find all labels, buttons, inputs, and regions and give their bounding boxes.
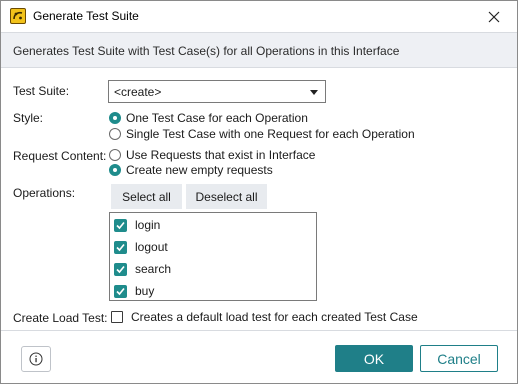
chevron-down-icon (310, 90, 318, 95)
select-all-button[interactable]: Select all (111, 184, 182, 209)
radio-selected[interactable] (109, 163, 121, 176)
close-button[interactable] (471, 1, 517, 32)
checkbox-checked[interactable] (114, 284, 127, 298)
checkbox-unchecked[interactable] (111, 311, 123, 323)
load-test-checkbox-row[interactable]: Creates a default load test for each cre… (111, 310, 418, 324)
operation-label: buy (135, 284, 155, 298)
operation-label: search (135, 262, 172, 276)
radio-selected[interactable] (109, 111, 121, 124)
description-band: Generates Test Suite with Test Case(s) f… (1, 32, 517, 68)
test-suite-label: Test Suite: (13, 84, 70, 98)
check-icon (116, 287, 125, 295)
info-button[interactable] (21, 346, 51, 372)
operation-label: logout (135, 240, 168, 254)
operations-list[interactable]: login logout search buy (109, 212, 317, 301)
ok-button[interactable]: OK (335, 345, 413, 372)
load-test-label: Create Load Test: (13, 311, 108, 325)
radio-unselected[interactable] (109, 148, 121, 161)
request-option-label: Create new empty requests (126, 162, 273, 177)
dialog-window: Generate Test Suite Generates Test Suite… (0, 0, 518, 384)
style-option-single-test-case[interactable]: Single Test Case with one Request for ea… (109, 126, 415, 141)
close-icon (488, 11, 500, 22)
check-icon (116, 243, 125, 251)
check-icon (116, 221, 125, 229)
radio-unselected[interactable] (109, 127, 121, 140)
test-suite-select[interactable]: <create> (108, 80, 326, 103)
cancel-button[interactable]: Cancel (420, 345, 498, 372)
check-icon (116, 265, 125, 273)
load-test-checkbox-label: Creates a default load test for each cre… (131, 310, 418, 324)
dialog-footer: OK Cancel (1, 330, 517, 383)
deselect-all-button[interactable]: Deselect all (186, 184, 267, 209)
style-option-label: One Test Case for each Operation (126, 110, 308, 125)
style-label: Style: (13, 111, 44, 125)
request-content-label: Request Content: (13, 149, 107, 163)
request-option-existing[interactable]: Use Requests that exist in Interface (109, 147, 315, 162)
style-option-label: Single Test Case with one Request for ea… (126, 126, 415, 141)
list-item-login[interactable]: login (114, 217, 160, 233)
checkbox-checked[interactable] (114, 262, 127, 276)
request-option-label: Use Requests that exist in Interface (126, 147, 316, 162)
operations-label: Operations: (13, 186, 76, 200)
test-suite-value: <create> (114, 85, 162, 99)
list-item-search[interactable]: search (114, 261, 171, 277)
list-item-logout[interactable]: logout (114, 239, 168, 255)
request-option-empty[interactable]: Create new empty requests (109, 162, 273, 177)
list-item-buy[interactable]: buy (114, 283, 154, 299)
operation-label: login (135, 218, 161, 232)
description-text: Generates Test Suite with Test Case(s) f… (13, 44, 400, 58)
window-title: Generate Test Suite (33, 9, 139, 23)
checkbox-checked[interactable] (114, 240, 127, 254)
app-icon (10, 8, 26, 24)
title-bar: Generate Test Suite (1, 1, 517, 32)
info-icon (29, 352, 43, 366)
checkbox-checked[interactable] (114, 218, 127, 232)
style-option-one-per-operation[interactable]: One Test Case for each Operation (109, 110, 308, 125)
